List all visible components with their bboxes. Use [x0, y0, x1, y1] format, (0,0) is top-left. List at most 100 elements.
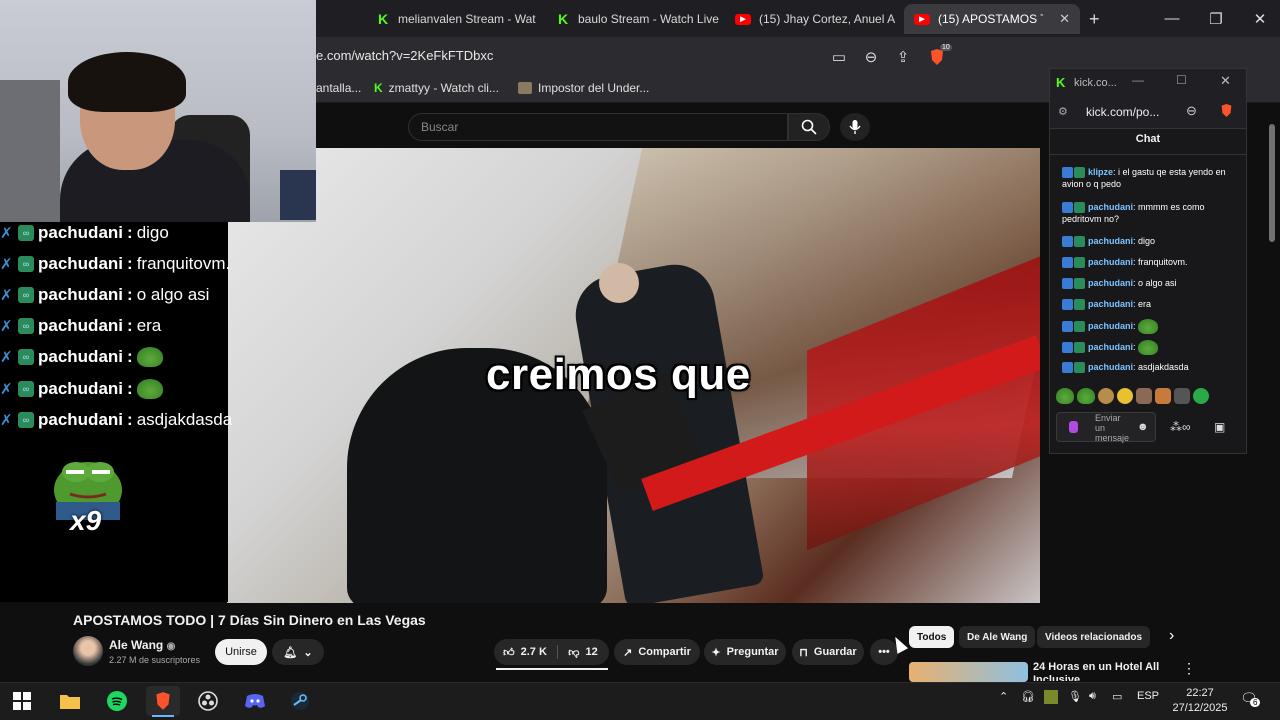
volume-icon[interactable]: 🔊︎	[1089, 690, 1096, 703]
cast-icon[interactable]: ▭	[826, 44, 852, 70]
emote[interactable]	[1117, 388, 1133, 404]
chevron-right-icon[interactable]: ›	[1169, 627, 1174, 645]
kick-icon: K	[377, 11, 389, 27]
emote[interactable]	[1193, 388, 1209, 404]
chat-username: pachudani	[38, 223, 124, 242]
divider	[1050, 154, 1246, 155]
emote[interactable]	[1056, 388, 1074, 404]
tab-label: melianvalen Stream - Watc	[398, 12, 536, 26]
app-tray-icon[interactable]	[1044, 690, 1058, 704]
site-settings-icon[interactable]: ⚙	[1058, 105, 1068, 118]
zoom-icon[interactable]: ⊖	[858, 44, 884, 70]
chat-username[interactable]: pachudani	[1088, 202, 1133, 212]
tab-apostamos-todo[interactable]: ▶ (15) APOSTAMOS TODO ✕	[904, 4, 1080, 34]
related-video-title[interactable]: 24 Horas en un Hotel All Inclusive	[1033, 661, 1163, 681]
tab-jhay-cortez[interactable]: ▶ (15) Jhay Cortez, Anuel AA	[725, 4, 895, 34]
close-window-icon[interactable]: ✕	[1238, 0, 1280, 37]
emote[interactable]	[1174, 388, 1190, 404]
save-button[interactable]: ⊓ Guardar	[792, 639, 864, 665]
chat-username[interactable]: pachudani	[1088, 321, 1133, 331]
chat-username[interactable]: pachudani	[1088, 257, 1133, 267]
overlay-chat-message: ✗ ∞ pachudani: asdjakdasda	[0, 408, 232, 432]
notifications-icon[interactable]: 🗨︎ 6	[1240, 690, 1261, 707]
discord-icon[interactable]	[238, 686, 272, 716]
notifications-button[interactable]: 🔔︎ ⌄	[272, 639, 324, 665]
spotify-icon[interactable]	[100, 686, 134, 716]
bookmark-item[interactable]: Impostor del Under...	[518, 81, 649, 95]
chip-de-ale-wang[interactable]: De Ale Wang	[959, 626, 1036, 648]
channel-name[interactable]: Ale Wang ◉	[109, 638, 175, 652]
chat-username: pachudani	[38, 285, 124, 304]
more-vertical-icon[interactable]: ⋮	[1182, 660, 1196, 677]
sword-badge-icon	[1062, 278, 1073, 290]
chat-username[interactable]: pachudani	[1088, 299, 1133, 309]
emote[interactable]	[1136, 388, 1152, 404]
bookmark-item[interactable]: antalla...	[316, 81, 361, 95]
sword-badge-icon	[1062, 167, 1073, 179]
language-indicator[interactable]: ESP	[1137, 690, 1159, 702]
join-button[interactable]: Unirse	[215, 639, 267, 665]
minimize-icon[interactable]: —	[1132, 73, 1144, 87]
points-icon[interactable]: ⁂∞	[1170, 420, 1191, 434]
subscriber-badge-icon: ∞	[18, 318, 34, 334]
search-input[interactable]: Buscar	[408, 113, 788, 141]
bookmark-item[interactable]: K zmattyy - Watch cli...	[374, 81, 499, 95]
overlay-chat-message: ✗ ∞ pachudani: o algo asi	[0, 283, 209, 307]
tab-baulo[interactable]: K baulo Stream - Watch Live	[546, 4, 722, 34]
like-button[interactable]: 👍︎ 2.7 K	[494, 639, 556, 665]
chat-username: pachudani	[38, 254, 124, 273]
url-field[interactable]: e.com/watch?v=2KeFkFTDbxc	[316, 48, 493, 63]
zoom-icon[interactable]: ⊖	[1186, 103, 1197, 119]
active-app-indicator	[152, 715, 174, 717]
network-icon[interactable]: ▭	[1112, 690, 1122, 703]
scrollbar-thumb[interactable]	[1269, 124, 1275, 242]
overlay-chat-message: ✗ ∞ pachudani: era	[0, 314, 161, 338]
obs-icon[interactable]	[191, 686, 225, 716]
voice-search-button[interactable]	[840, 113, 870, 141]
close-tab-icon[interactable]: ✕	[1059, 11, 1070, 27]
colon: :	[127, 254, 133, 273]
microphone-icon[interactable]	[1069, 421, 1078, 433]
maximize-icon[interactable]: ❐	[1194, 0, 1238, 37]
search-button[interactable]	[788, 113, 830, 141]
share-icon[interactable]: ⇪	[890, 44, 916, 70]
share-icon: ↗	[623, 646, 633, 659]
steam-icon[interactable]	[283, 686, 317, 716]
chat-username[interactable]: klipze	[1088, 167, 1113, 177]
chat-username[interactable]: pachudani	[1088, 342, 1133, 352]
emote[interactable]	[1155, 388, 1171, 404]
brave-shield-icon[interactable]	[1220, 103, 1233, 123]
gift-icon[interactable]: ▣	[1214, 420, 1225, 434]
file-explorer-icon[interactable]	[53, 686, 87, 716]
headset-icon[interactable]: 🎧︎	[1021, 690, 1035, 703]
video-title: APOSTAMOS TODO | 7 Días Sin Dinero en La…	[73, 612, 426, 628]
chat-username[interactable]: pachudani	[1088, 278, 1133, 288]
clock[interactable]: 22:27 27/12/2025	[1170, 686, 1230, 716]
ask-button[interactable]: ✦ Preguntar	[704, 639, 786, 665]
emoji-icon[interactable]: ☻	[1137, 421, 1149, 433]
channel-avatar[interactable]	[73, 636, 103, 666]
kick-chat-message: pachudani:	[1062, 319, 1237, 334]
brave-shield-icon[interactable]: 10	[924, 44, 952, 70]
related-video-thumbnail[interactable]	[909, 662, 1028, 682]
minimize-icon[interactable]: —	[1150, 0, 1194, 37]
chevron-up-icon[interactable]: ⌃	[999, 690, 1008, 703]
subscriber-badge-icon	[1074, 278, 1085, 290]
new-tab-button[interactable]: +	[1089, 9, 1100, 30]
dislike-button[interactable]: 👎︎ 12	[558, 639, 608, 665]
chip-videos-relacionados[interactable]: Videos relacionados	[1037, 626, 1151, 648]
chip-todos[interactable]: Todos	[909, 626, 955, 648]
share-button[interactable]: ↗ Compartir	[614, 639, 700, 665]
popup-url[interactable]: kick.com/po...	[1086, 105, 1159, 119]
close-icon[interactable]: ✕	[1220, 73, 1231, 89]
maximize-icon[interactable]: ☐	[1176, 73, 1187, 87]
chat-username[interactable]: pachudani	[1088, 362, 1133, 372]
emote[interactable]	[1098, 388, 1114, 404]
chat-input[interactable]: Enviar un mensaje ☻	[1056, 412, 1156, 443]
chat-username[interactable]: pachudani	[1088, 236, 1133, 246]
emote[interactable]	[1077, 388, 1095, 404]
brave-browser-icon[interactable]	[146, 686, 180, 716]
windows-start-icon[interactable]	[5, 686, 39, 716]
microphone-icon[interactable]: 🎙︎	[1068, 690, 1082, 703]
tab-melianvalen[interactable]: K melianvalen Stream - Watc	[366, 4, 536, 34]
